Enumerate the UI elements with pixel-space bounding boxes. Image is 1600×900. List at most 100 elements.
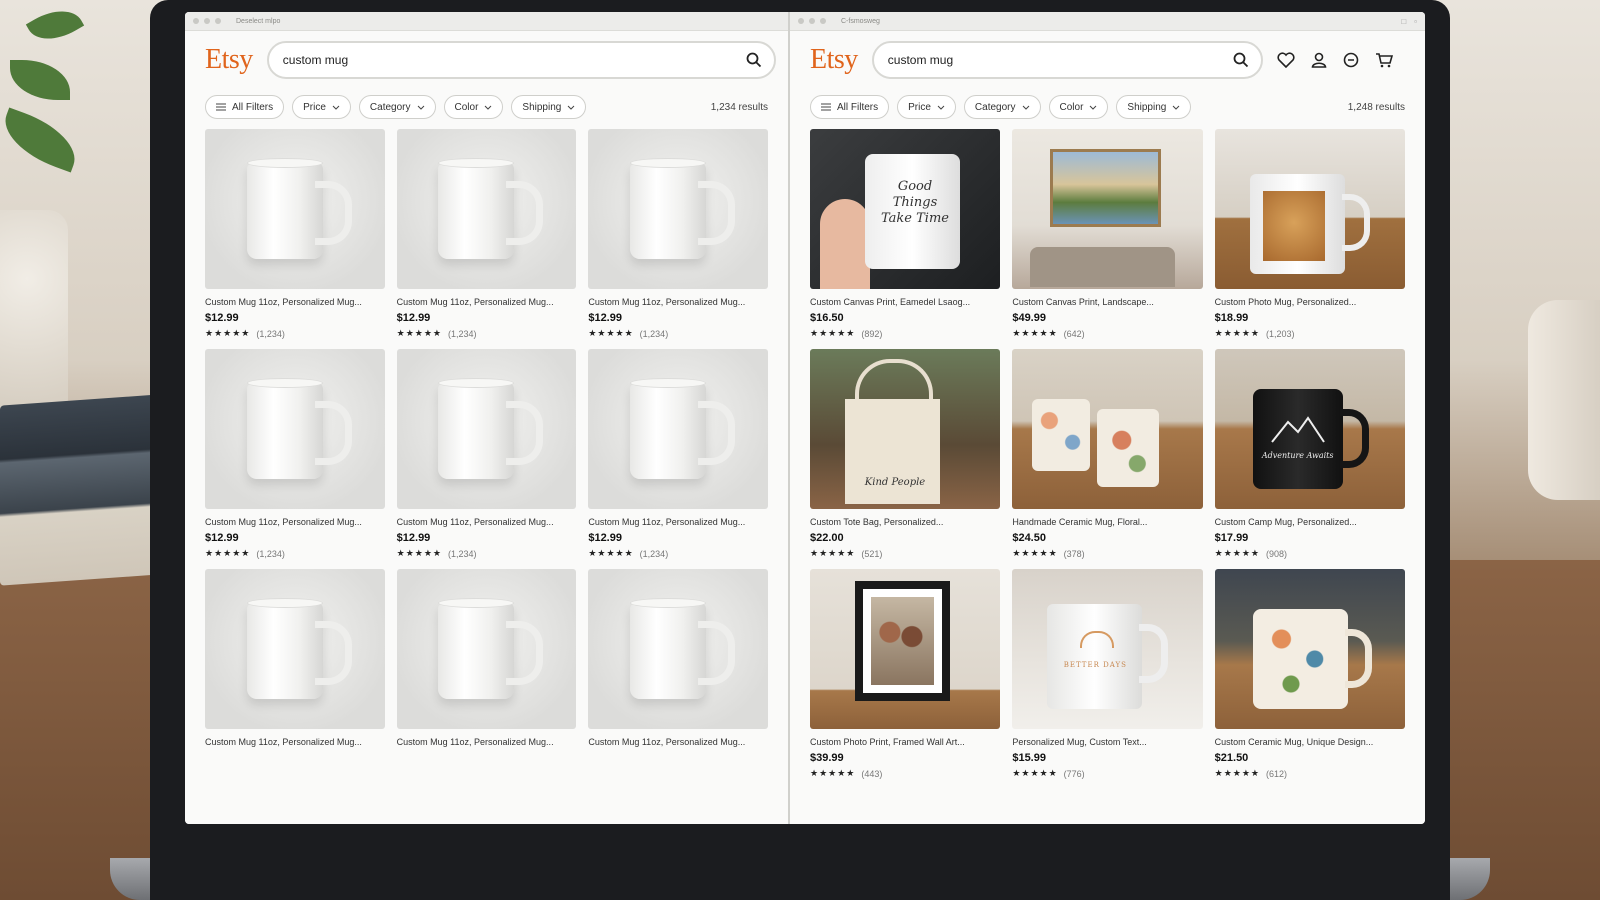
minimize-dot[interactable]	[204, 18, 210, 24]
product-title[interactable]: Custom Mug 11oz, Personalized Mug...	[397, 737, 577, 747]
chip-label: Shipping	[522, 101, 562, 113]
product-image[interactable]	[396, 129, 577, 289]
product-card[interactable]: Custom Photo Print, Framed Wall Art... $…	[810, 569, 1001, 779]
product-rating: ★★★★★ (521)	[810, 548, 1000, 559]
product-image[interactable]	[396, 349, 577, 509]
product-image[interactable]: BETTER DAYS	[1012, 569, 1203, 729]
product-image[interactable]	[205, 129, 385, 289]
product-card[interactable]: Good Things Take Time Custom Canvas Prin…	[810, 129, 1001, 339]
product-image[interactable]	[205, 569, 385, 729]
product-title[interactable]: Custom Mug 11oz, Personalized Mug...	[588, 737, 768, 747]
product-image[interactable]	[588, 129, 768, 289]
product-image[interactable]: Adventure Awaits	[1214, 349, 1405, 509]
product-title[interactable]: Custom Mug 11oz, Personalized Mug...	[205, 297, 385, 307]
product-image[interactable]	[205, 349, 385, 509]
product-card[interactable]: Handmade Ceramic Mug, Floral... $24.50 ★…	[1012, 349, 1203, 559]
product-card[interactable]: Custom Ceramic Mug, Unique Design... $21…	[1214, 569, 1405, 779]
product-card[interactable]: Custom Mug 11oz, Personalized Mug... $12.…	[396, 349, 577, 559]
product-image[interactable]: Kind People	[810, 349, 1001, 509]
color-filter[interactable]: Color	[443, 95, 504, 119]
filter-icon	[216, 103, 226, 111]
canvas-print-photo	[1012, 129, 1202, 289]
product-image[interactable]	[588, 569, 768, 729]
product-card[interactable]: BETTER DAYS Personalized Mug, Custom Tex…	[1012, 569, 1203, 779]
product-title[interactable]: Custom Mug 11oz, Personalized Mug...	[205, 517, 385, 527]
product-title[interactable]: Custom Canvas Print, Eamedel Lsaog...	[810, 297, 1000, 307]
product-card[interactable]: Custom Mug 11oz, Personalized Mug... $12.…	[588, 129, 768, 339]
product-image[interactable]	[396, 569, 577, 729]
product-card[interactable]: Custom Mug 11oz, Personalized Mug... $12.…	[205, 349, 385, 559]
star-rating: ★★★★★	[205, 328, 251, 338]
product-card[interactable]: Custom Photo Mug, Personalized... $18.99…	[1214, 129, 1405, 339]
product-image[interactable]: Good Things Take Time	[810, 129, 1001, 289]
product-title[interactable]: Handmade Ceramic Mug, Floral...	[1012, 517, 1202, 527]
product-card[interactable]: Custom Mug 11oz, Personalized Mug... $12.…	[396, 129, 577, 339]
product-title[interactable]: Custom Mug 11oz, Personalized Mug...	[205, 737, 385, 747]
chevron-down-icon	[484, 105, 492, 110]
price-filter[interactable]: Price	[897, 95, 956, 119]
category-filter[interactable]: Category	[963, 95, 1041, 119]
product-title[interactable]: Custom Photo Print, Framed Wall Art...	[810, 737, 1000, 747]
product-price: $49.99	[1012, 312, 1046, 324]
review-count: (1,234)	[256, 328, 285, 339]
maximize-dot[interactable]	[820, 18, 826, 24]
search-bar[interactable]: custom mug	[871, 41, 1263, 79]
search-icon[interactable]	[1233, 52, 1249, 68]
shipping-filter[interactable]: Shipping	[511, 95, 587, 119]
product-title[interactable]: Custom Photo Mug, Personalized...	[1215, 297, 1405, 307]
search-input[interactable]: custom mug	[283, 53, 746, 67]
minimize-dot[interactable]	[809, 18, 815, 24]
close-dot[interactable]	[798, 18, 804, 24]
etsy-logo[interactable]: Etsy	[810, 44, 858, 76]
user-icon[interactable]	[1311, 52, 1327, 68]
product-title[interactable]: Custom Mug 11oz, Personalized Mug...	[397, 517, 577, 527]
product-image[interactable]	[1012, 349, 1203, 509]
shipping-filter[interactable]: Shipping	[1116, 95, 1192, 119]
review-count: (1,234)	[448, 328, 477, 339]
maximize-dot[interactable]	[215, 18, 221, 24]
heart-icon[interactable]	[1277, 52, 1295, 68]
restore-icon[interactable]: □	[1401, 17, 1406, 26]
close-dot[interactable]	[193, 18, 199, 24]
all-filters-button[interactable]: All Filters	[205, 95, 285, 119]
product-title[interactable]: Custom Mug 11oz, Personalized Mug...	[588, 297, 768, 307]
product-card[interactable]: Adventure Awaits Custom Camp Mug, Person…	[1214, 349, 1405, 559]
color-filter[interactable]: Color	[1048, 95, 1109, 119]
product-image[interactable]	[588, 349, 768, 509]
product-image[interactable]	[1214, 129, 1405, 289]
product-card[interactable]: Custom Mug 11oz, Personalized Mug...	[396, 569, 577, 747]
product-title[interactable]: Custom Mug 11oz, Personalized Mug...	[397, 297, 577, 307]
message-icon[interactable]	[1343, 52, 1359, 68]
product-title[interactable]: Custom Tote Bag, Personalized...	[810, 517, 1000, 527]
cart-icon[interactable]	[1375, 52, 1393, 68]
product-card[interactable]: Custom Mug 11oz, Personalized Mug... $12.…	[205, 129, 385, 339]
product-card[interactable]: Custom Canvas Print, Landscape... $49.99…	[1012, 129, 1203, 339]
product-grid: Good Things Take Time Custom Canvas Prin…	[790, 129, 1425, 779]
product-card[interactable]: Custom Mug 11oz, Personalized Mug... $12.…	[588, 349, 768, 559]
product-title[interactable]: Custom Canvas Print, Landscape...	[1012, 297, 1202, 307]
product-title[interactable]: Custom Camp Mug, Personalized...	[1215, 517, 1405, 527]
search-input[interactable]: custom mug	[888, 53, 1233, 67]
product-card[interactable]: Custom Mug 11oz, Personalized Mug...	[205, 569, 385, 747]
search-bar[interactable]: custom mug	[266, 41, 776, 79]
close-icon[interactable]: ▫	[1414, 17, 1417, 26]
product-rating: ★★★★★ (892)	[810, 328, 1000, 339]
review-count: (1,234)	[639, 548, 669, 559]
product-image[interactable]	[1012, 129, 1203, 289]
product-rating: ★★★★★ (1,234)	[397, 328, 577, 339]
search-icon[interactable]	[746, 52, 762, 68]
product-title[interactable]: Personalized Mug, Custom Text...	[1012, 737, 1202, 747]
product-rating: ★★★★★ (1,234)	[205, 328, 385, 339]
chevron-down-icon	[417, 105, 425, 110]
star-rating: ★★★★★	[1012, 328, 1058, 338]
product-card[interactable]: Custom Mug 11oz, Personalized Mug...	[588, 569, 768, 747]
price-filter[interactable]: Price	[292, 95, 351, 119]
product-image[interactable]	[810, 569, 1001, 729]
product-card[interactable]: Kind People Custom Tote Bag, Personalize…	[810, 349, 1001, 559]
product-title[interactable]: Custom Mug 11oz, Personalized Mug...	[588, 517, 768, 527]
product-image[interactable]	[1214, 569, 1405, 729]
etsy-logo[interactable]: Etsy	[205, 44, 253, 76]
category-filter[interactable]: Category	[358, 95, 436, 119]
product-title[interactable]: Custom Ceramic Mug, Unique Design...	[1215, 737, 1405, 747]
all-filters-button[interactable]: All Filters	[810, 95, 890, 119]
